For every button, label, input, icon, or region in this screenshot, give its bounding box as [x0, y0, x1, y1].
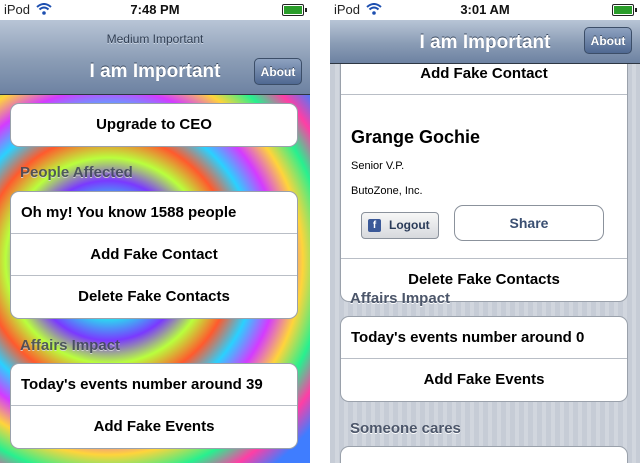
upgrade-group: Upgrade to CEO [10, 103, 298, 147]
add-fake-contact-button[interactable]: Add Fake Contact [341, 64, 627, 95]
right-phone-screen: iPod 3:01 AM I am Important About Add Fa… [330, 0, 640, 463]
status-bar: iPod 7:48 PM [0, 0, 310, 20]
add-fake-events-button[interactable]: Add Fake Events [341, 359, 627, 401]
screen-divider [310, 0, 330, 463]
add-fake-events-button[interactable]: Add Fake Events [11, 406, 297, 448]
affairs-group: Today's events number around 39 Add Fake… [10, 363, 298, 449]
status-time: 7:48 PM [130, 2, 180, 17]
section-header-someone-cares: Someone cares [350, 420, 461, 437]
contact-company: ButoZone, Inc. [351, 185, 423, 197]
share-button[interactable]: Share [454, 205, 604, 241]
upgrade-to-ceo-button[interactable]: Upgrade to CEO [11, 104, 297, 146]
section-header-people: People Affected [20, 164, 133, 181]
facebook-logout-button[interactable]: f Logout [361, 212, 439, 239]
content-area: Add Fake Contact Grange Gochie Senior V.… [330, 64, 640, 463]
someone-cares-group [340, 446, 628, 463]
people-group: Oh my! You know 1588 people Add Fake Con… [10, 191, 298, 319]
add-fake-contact-button[interactable]: Add Fake Contact [11, 234, 297, 276]
status-bar: iPod 3:01 AM [330, 0, 640, 20]
contact-job-title: Senior V.P. [351, 160, 405, 172]
events-count-cell[interactable]: Today's events number around 39 [11, 364, 297, 406]
section-header-affairs: Affairs Impact [20, 337, 121, 354]
about-button[interactable]: About [584, 27, 632, 54]
battery-icon [612, 4, 637, 16]
status-time: 3:01 AM [460, 2, 510, 17]
events-count-cell[interactable]: Today's events number around 0 [341, 317, 627, 359]
navigation-bar: I am Important About [330, 20, 640, 64]
battery-icon [282, 4, 307, 16]
logout-label: Logout [389, 218, 430, 232]
contact-name: Grange Gochie [351, 127, 481, 147]
contact-profile-card: Grange Gochie Senior V.P. ButoZone, Inc.… [341, 95, 627, 259]
nav-prompt: Medium Important [106, 32, 204, 46]
content-area: Upgrade to CEO People Affected Oh my! Yo… [0, 95, 310, 463]
navigation-bar: Medium Important I am Important About [0, 20, 310, 95]
section-header-affairs: Affairs Impact [350, 290, 451, 307]
affairs-group: Today's events number around 0 Add Fake … [340, 316, 628, 402]
people-count-cell[interactable]: Oh my! You know 1588 people [11, 192, 297, 234]
left-phone-screen: iPod 7:48 PM Medium Important I am Impor… [0, 0, 310, 463]
contact-group: Add Fake Contact Grange Gochie Senior V.… [340, 64, 628, 302]
about-button[interactable]: About [254, 58, 302, 85]
delete-fake-contacts-button[interactable]: Delete Fake Contacts [11, 276, 297, 318]
facebook-icon: f [368, 219, 381, 232]
